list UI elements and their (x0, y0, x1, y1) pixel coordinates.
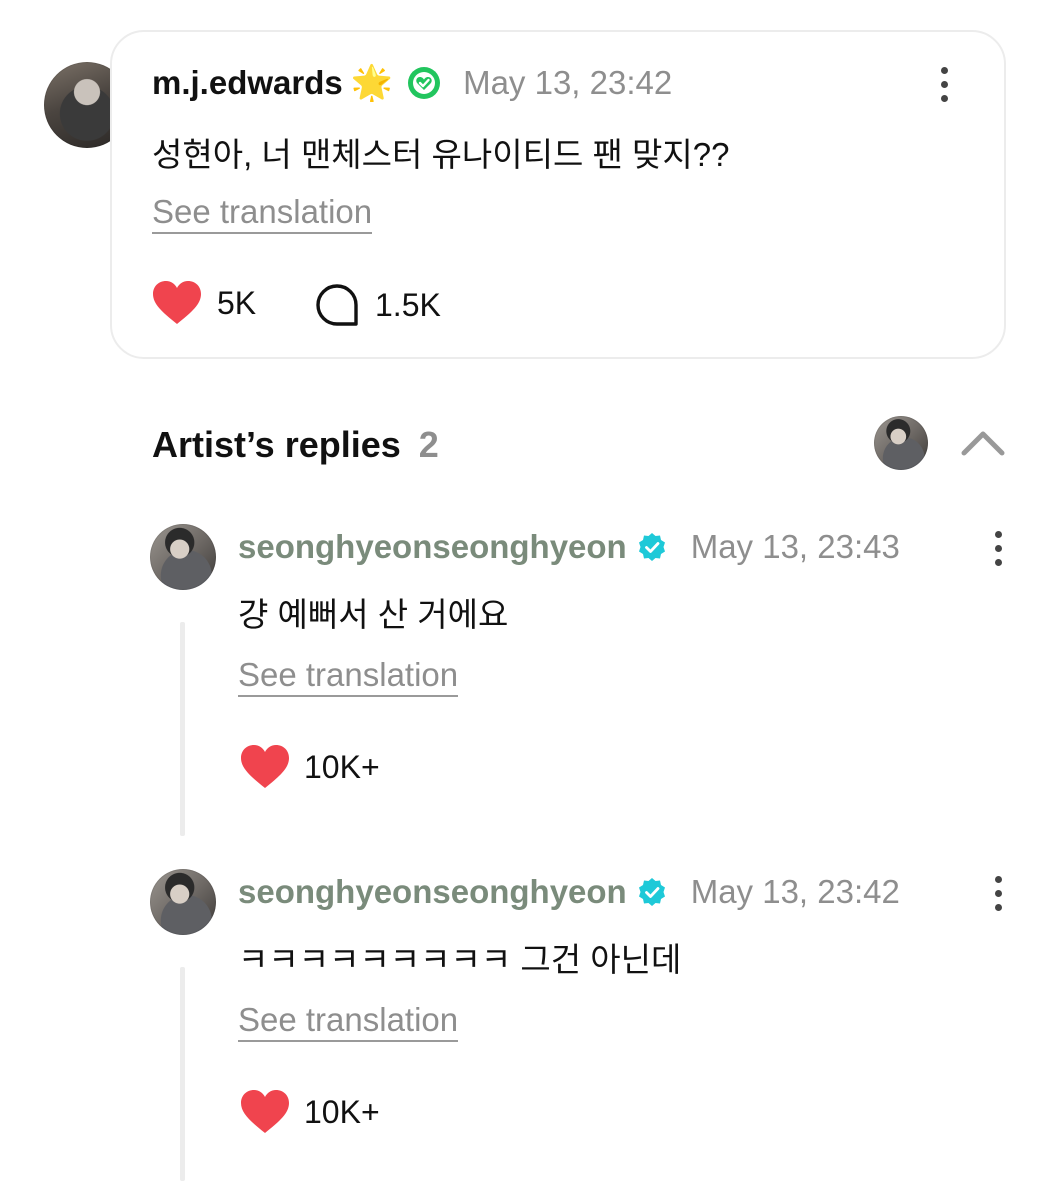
reply-like-button[interactable]: 10K+ (240, 744, 380, 790)
post-username[interactable]: m.j.edwards (152, 64, 343, 102)
artist-avatar-small[interactable] (874, 416, 928, 470)
reply-text: ㅋㅋㅋㅋㅋㅋㅋㅋㅋ 그건 아닌데 (238, 941, 682, 978)
post-timestamp: May 13, 23:42 (463, 64, 673, 101)
kebab-menu-icon[interactable] (941, 67, 949, 103)
post-header: m.j.edwards 🌟 May 13, 23:42 (152, 64, 672, 102)
star-emoji-icon: 🌟 (350, 64, 394, 102)
post-see-translation-link[interactable]: See translation (152, 193, 373, 234)
post-like-count: 5K (217, 284, 257, 321)
reply-text: 걍 예뻐서 산 거에요 (238, 596, 509, 633)
artist-replies-count: 2 (418, 424, 439, 465)
comment-bubble-icon (315, 283, 359, 327)
reply-timestamp: May 13, 23:42 (690, 873, 900, 910)
post-like-button[interactable]: 5K (152, 280, 256, 326)
artist-replies-title: Artist’s replies (152, 424, 401, 465)
reply-see-translation-link[interactable]: See translation (238, 1001, 459, 1042)
verified-check-badge-icon (637, 877, 667, 907)
verified-check-badge-icon (637, 532, 667, 562)
reply-username[interactable]: seonghyeonseonghyeon (238, 528, 627, 566)
reply-like-count: 10K+ (304, 1093, 380, 1130)
heart-icon (152, 280, 202, 326)
artist-replies-heading: Artist’s replies 2 (152, 424, 439, 466)
reply-see-translation-link[interactable]: See translation (238, 656, 459, 697)
reply-header: seonghyeonseonghyeon May 13, 23:43 (238, 528, 900, 566)
kebab-menu-icon[interactable] (995, 876, 1003, 912)
reply-timestamp: May 13, 23:43 (690, 528, 900, 565)
post-comment-button[interactable]: 1.5K (315, 283, 441, 327)
verified-heart-badge-icon (407, 66, 441, 100)
chevron-up-icon[interactable] (960, 428, 1006, 458)
post-comment-count: 1.5K (375, 286, 441, 323)
reply-author-avatar[interactable] (150, 869, 216, 935)
thread-line (180, 622, 185, 836)
heart-icon (240, 1089, 290, 1135)
post-text: 성현아, 너 맨체스터 유나이티드 팬 맞지?? (152, 136, 730, 173)
reply-like-count: 10K+ (304, 748, 380, 785)
kebab-menu-icon[interactable] (995, 531, 1003, 567)
reply-username[interactable]: seonghyeonseonghyeon (238, 873, 627, 911)
reply-author-avatar[interactable] (150, 524, 216, 590)
reply-like-button[interactable]: 10K+ (240, 1089, 380, 1135)
reply-header: seonghyeonseonghyeon May 13, 23:42 (238, 873, 900, 911)
thread-line (180, 967, 185, 1181)
heart-icon (240, 744, 290, 790)
